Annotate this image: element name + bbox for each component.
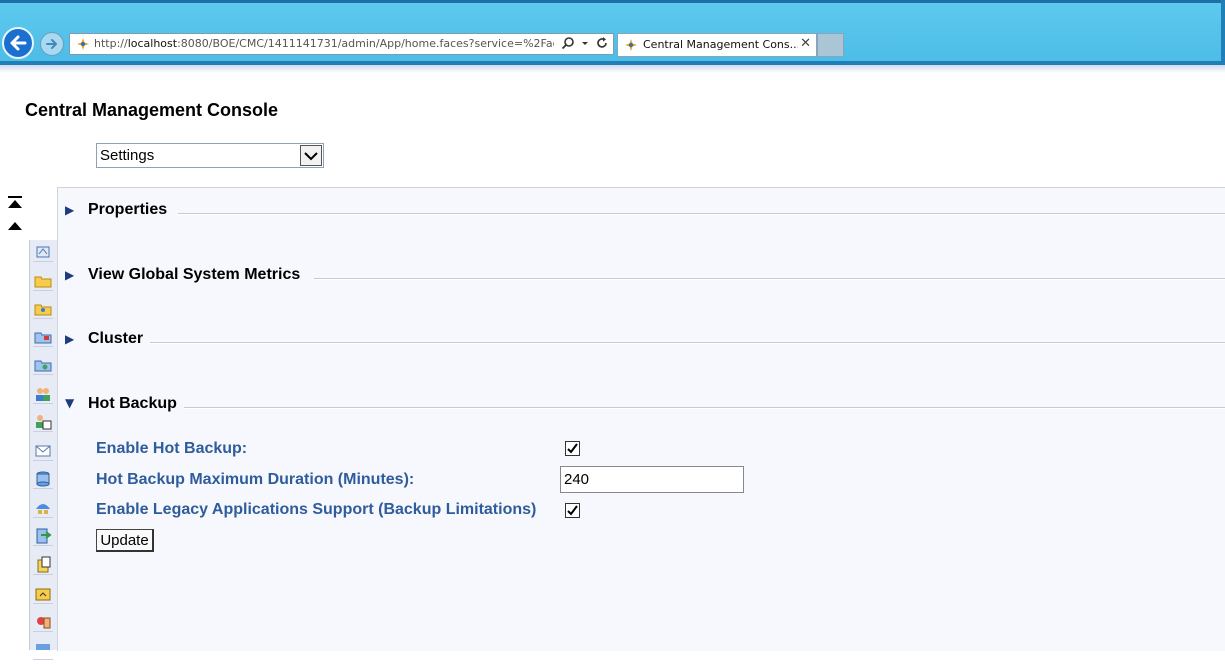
nav-select[interactable]: Settings bbox=[96, 143, 324, 168]
section-divider bbox=[314, 278, 1225, 280]
enable-hot-backup-label: Enable Hot Backup: bbox=[96, 440, 248, 457]
scroll-up-icon[interactable] bbox=[7, 219, 23, 231]
new-tab-button[interactable] bbox=[817, 33, 844, 57]
arrow-right-icon bbox=[46, 39, 57, 49]
refresh-icon[interactable] bbox=[595, 36, 609, 50]
tab-favicon-icon bbox=[625, 39, 637, 51]
arrow-left-icon bbox=[10, 35, 27, 51]
chevron-down-icon[interactable] bbox=[300, 145, 322, 166]
update-button[interactable]: Update bbox=[96, 529, 154, 552]
collapse-arrow-icon[interactable]: ▼ bbox=[65, 396, 74, 410]
browser-tab-active[interactable]: Central Management Cons... ✕ bbox=[617, 33, 817, 57]
email-icon[interactable] bbox=[33, 441, 53, 461]
checkmark-icon bbox=[567, 443, 578, 454]
expand-arrow-icon[interactable]: ▶ bbox=[65, 268, 74, 282]
enable-legacy-support-label: Enable Legacy Applications Support (Back… bbox=[96, 501, 537, 518]
license-keys-icon[interactable] bbox=[33, 640, 53, 660]
users-groups-icon[interactable] bbox=[33, 384, 53, 404]
enable-hot-backup-checkbox[interactable] bbox=[565, 441, 580, 456]
cluster-icon[interactable] bbox=[33, 498, 53, 518]
hot-backup-duration-input[interactable] bbox=[560, 466, 744, 493]
section-divider bbox=[184, 407, 1225, 409]
expand-arrow-icon[interactable]: ▶ bbox=[65, 203, 74, 217]
close-tab-icon[interactable]: ✕ bbox=[800, 36, 811, 51]
personal-categories-icon[interactable] bbox=[33, 355, 53, 375]
section-divider bbox=[178, 213, 1225, 215]
search-icon[interactable] bbox=[561, 36, 575, 50]
section-properties[interactable]: ▶ Properties bbox=[63, 201, 1225, 221]
checkmark-icon bbox=[567, 505, 578, 516]
url-prefix: http:// bbox=[94, 37, 128, 50]
url-host: localhost bbox=[127, 37, 178, 50]
categories-icon[interactable] bbox=[33, 327, 53, 347]
chrome-right-border bbox=[1221, 0, 1225, 65]
inboxes-icon[interactable] bbox=[33, 412, 53, 432]
nav-select-value: Settings bbox=[100, 147, 155, 164]
enable-legacy-support-checkbox[interactable] bbox=[565, 503, 580, 518]
replication-icon[interactable] bbox=[33, 526, 53, 546]
cmc-home-icon[interactable] bbox=[33, 242, 53, 262]
tab-title: Central Management Cons... bbox=[643, 38, 798, 51]
address-text: http://localhost:8080/BOE/CMC/1411141731… bbox=[94, 37, 554, 50]
url-rest: :8080/BOE/CMC/1411141731/admin/App/home.… bbox=[177, 37, 554, 50]
chrome-top-border bbox=[0, 0, 1225, 3]
personal-folders-icon[interactable] bbox=[33, 299, 53, 319]
section-title[interactable]: Cluster bbox=[88, 330, 143, 348]
calendar-icon[interactable] bbox=[33, 584, 53, 604]
database-icon[interactable] bbox=[33, 555, 53, 575]
scroll-first-icon[interactable] bbox=[7, 196, 23, 210]
section-divider bbox=[150, 342, 1225, 344]
page-title: Central Management Console bbox=[25, 100, 279, 120]
hot-backup-duration-label: Hot Backup Maximum Duration (Minutes): bbox=[96, 471, 415, 488]
section-title[interactable]: View Global System Metrics bbox=[88, 266, 300, 284]
content-area bbox=[57, 187, 1225, 651]
expand-arrow-icon[interactable]: ▶ bbox=[65, 332, 74, 346]
section-cluster[interactable]: ▶ Cluster bbox=[63, 330, 1225, 350]
section-hot-backup[interactable]: ▼ Hot Backup bbox=[63, 395, 1225, 415]
back-button[interactable] bbox=[2, 27, 34, 59]
section-title[interactable]: Properties bbox=[88, 201, 167, 219]
site-favicon-icon bbox=[77, 38, 89, 50]
dropdown-arrow-icon[interactable] bbox=[581, 36, 589, 50]
chrome-shadow bbox=[0, 65, 1225, 73]
address-bar[interactable]: http://localhost:8080/BOE/CMC/1411141731… bbox=[69, 33, 614, 55]
auditing-icon[interactable] bbox=[33, 612, 53, 632]
folders-icon[interactable] bbox=[33, 271, 53, 291]
forward-button[interactable] bbox=[40, 32, 64, 56]
servers-icon[interactable] bbox=[33, 469, 53, 489]
section-title[interactable]: Hot Backup bbox=[88, 395, 177, 413]
section-view-global-system-metrics[interactable]: ▶ View Global System Metrics bbox=[63, 266, 1225, 286]
